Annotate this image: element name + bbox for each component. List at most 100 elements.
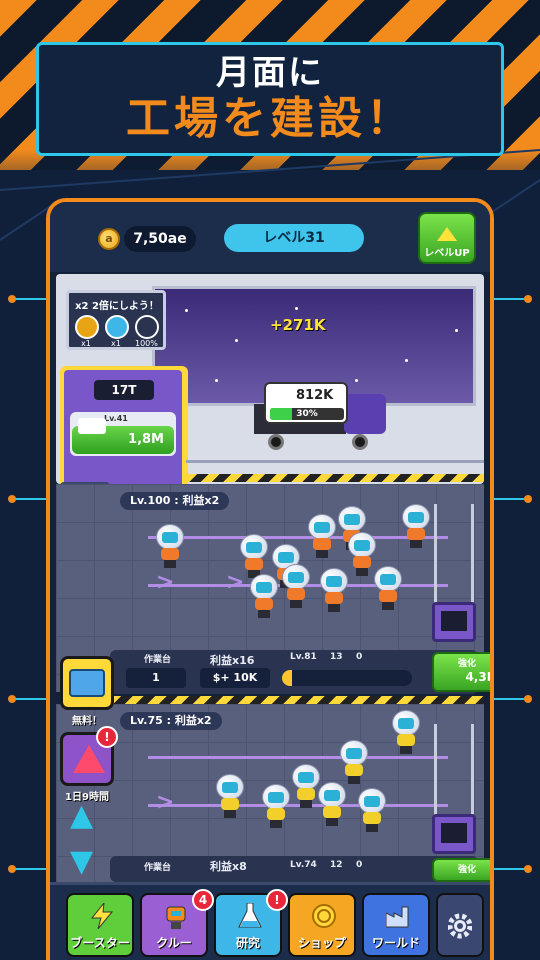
up-arrow-icon (437, 227, 457, 241)
truck-cab (344, 394, 386, 434)
van-icon (78, 418, 106, 434)
nav-label: クルー (156, 936, 192, 950)
worker-robot (402, 504, 430, 548)
star-count: 0 (356, 652, 363, 662)
worker-robot (240, 534, 268, 578)
floor-upgrade-button[interactable]: 強化 4,3K (432, 652, 494, 692)
workbench-label: 作業台 (144, 655, 172, 665)
star-icon (215, 379, 218, 382)
gear-icon (447, 913, 473, 939)
hazard-strip (186, 474, 484, 482)
nav-booster-button[interactable]: ブースター (66, 893, 134, 957)
free-chest-button[interactable] (60, 656, 114, 710)
level-indicator[interactable]: レベル31 (224, 224, 364, 252)
worker-robot (292, 764, 320, 808)
scroll-down-icon[interactable]: ▼ (70, 844, 93, 879)
nav-settings-button[interactable] (436, 893, 484, 957)
side-marker-dot (524, 865, 532, 873)
worker-robot (348, 532, 376, 576)
upgrade-cost: 4,3K (465, 670, 494, 684)
top-bar: a 7,50ae レベル31 レベルUP (50, 202, 490, 272)
levelup-button[interactable]: レベルUP (418, 212, 476, 264)
delivery-truck[interactable]: 812K 30% (254, 382, 386, 452)
money-display: 7,50ae (124, 226, 196, 252)
floor-level-tag: Lv.75 : 利益x2 (120, 712, 222, 730)
machine-screen (441, 611, 467, 631)
floor-level-tag: Lv.100 : 利益x2 (120, 492, 230, 510)
research-alert-badge: ! (266, 889, 288, 911)
wheel-icon (352, 434, 368, 450)
side-marker-dot (8, 295, 16, 303)
worker-robot (358, 788, 386, 832)
factory-icon (385, 903, 410, 929)
worker-robot (156, 524, 184, 568)
truck-progress-label: 30% (296, 409, 318, 419)
crew-count-badge: 4 (192, 889, 214, 911)
wheel-icon (268, 434, 284, 450)
event-alert-badge: ! (96, 726, 118, 748)
profit-multiplier: 利益x8 (210, 860, 247, 873)
machine-screen (441, 823, 467, 843)
side-marker-dot (524, 695, 532, 703)
treasure-chest-icon (69, 669, 105, 697)
hazard-strip (110, 696, 484, 704)
processing-machine[interactable] (432, 602, 476, 642)
cart-boost-percent: 100% (135, 339, 158, 348)
flask-icon (238, 902, 262, 929)
truck-progress-bar: 30% (270, 408, 344, 420)
crew-count: 12 (330, 860, 343, 870)
crew-count: 13 (330, 652, 343, 662)
circus-tent-icon (73, 745, 105, 773)
floor-level: Lv.81 (290, 652, 317, 662)
robot-icon (164, 903, 188, 929)
workbench-label: 作業台 (144, 863, 172, 873)
currency-coin-icon: a (98, 228, 120, 250)
floor-2-stats-bar: 作業台 利益x8 Lv.74 12 0 強化 (110, 856, 490, 882)
worker-robot (320, 568, 348, 612)
clock-icon (105, 315, 129, 339)
warehouse-level: Lv.41 (104, 414, 128, 423)
nav-shop-button[interactable]: ショップ (288, 893, 356, 957)
floor-1-stats-bar: 作業台 1 利益x16 $+ 10K Lv.81 13 0 強化 4,3K (110, 650, 490, 694)
coin-boost-icon (75, 315, 99, 339)
scroll-up-icon[interactable]: ▲ (70, 798, 93, 833)
nav-world-button[interactable]: ワールド (362, 893, 430, 957)
nav-label: 研究 (235, 936, 260, 950)
floor-upgrade-button[interactable]: 強化 (432, 858, 490, 882)
upgrade-label: 強化 (457, 659, 476, 669)
chevron-right-icon: > (156, 790, 175, 815)
ladder (434, 504, 474, 614)
conveyor-belt (148, 756, 448, 759)
star-icon (185, 309, 188, 312)
worker-robot (262, 784, 290, 828)
coin-stack-icon (312, 903, 336, 929)
floor-progress-fill (282, 670, 293, 686)
floor-level: Lv.74 (290, 860, 317, 870)
processing-machine[interactable] (432, 814, 476, 854)
upgrade-label: 強化 (457, 865, 476, 875)
truck-cargo-value: 812K (296, 388, 334, 403)
income-popup: +271K (270, 316, 326, 334)
levelup-label: レベルUP (424, 248, 470, 259)
promo-headline-line2: 工場を建設！ (126, 93, 414, 144)
bolt-icon (90, 901, 114, 930)
clock-boost-multiplier: x1 (111, 339, 121, 348)
warehouse-stock: 17T (94, 380, 154, 400)
star-icon (405, 359, 408, 362)
side-marker-dot (8, 695, 16, 703)
floor-progress-bar (282, 670, 412, 686)
workbench-count: 1 (126, 668, 186, 688)
boost-offer-card[interactable]: x2 2倍にしよう！ x1 x1 100% (66, 290, 166, 350)
worker-robot (374, 566, 402, 610)
boost-offer-title: x2 2倍にしよう！ (75, 301, 159, 312)
chevron-right-icon: > (156, 570, 175, 595)
worker-robot (308, 514, 336, 558)
truck-cargo-tag: 812K 30% (264, 382, 348, 424)
profit-multiplier: 利益x16 (210, 654, 255, 667)
coin-boost-multiplier: x1 (81, 339, 91, 348)
side-marker-dot (8, 495, 16, 503)
free-chest-label: 無料！ (72, 716, 102, 727)
bottom-navigation: ブースター クルー 4 研究 ! ショップ ワールド (50, 882, 490, 960)
phone-frame: a 7,50ae レベル31 レベルUP +271K x2 2倍にしよう！ x1… (46, 198, 494, 960)
surface-area: +271K x2 2倍にしよう！ x1 x1 100% 17T Lv.41 1,… (56, 274, 484, 542)
